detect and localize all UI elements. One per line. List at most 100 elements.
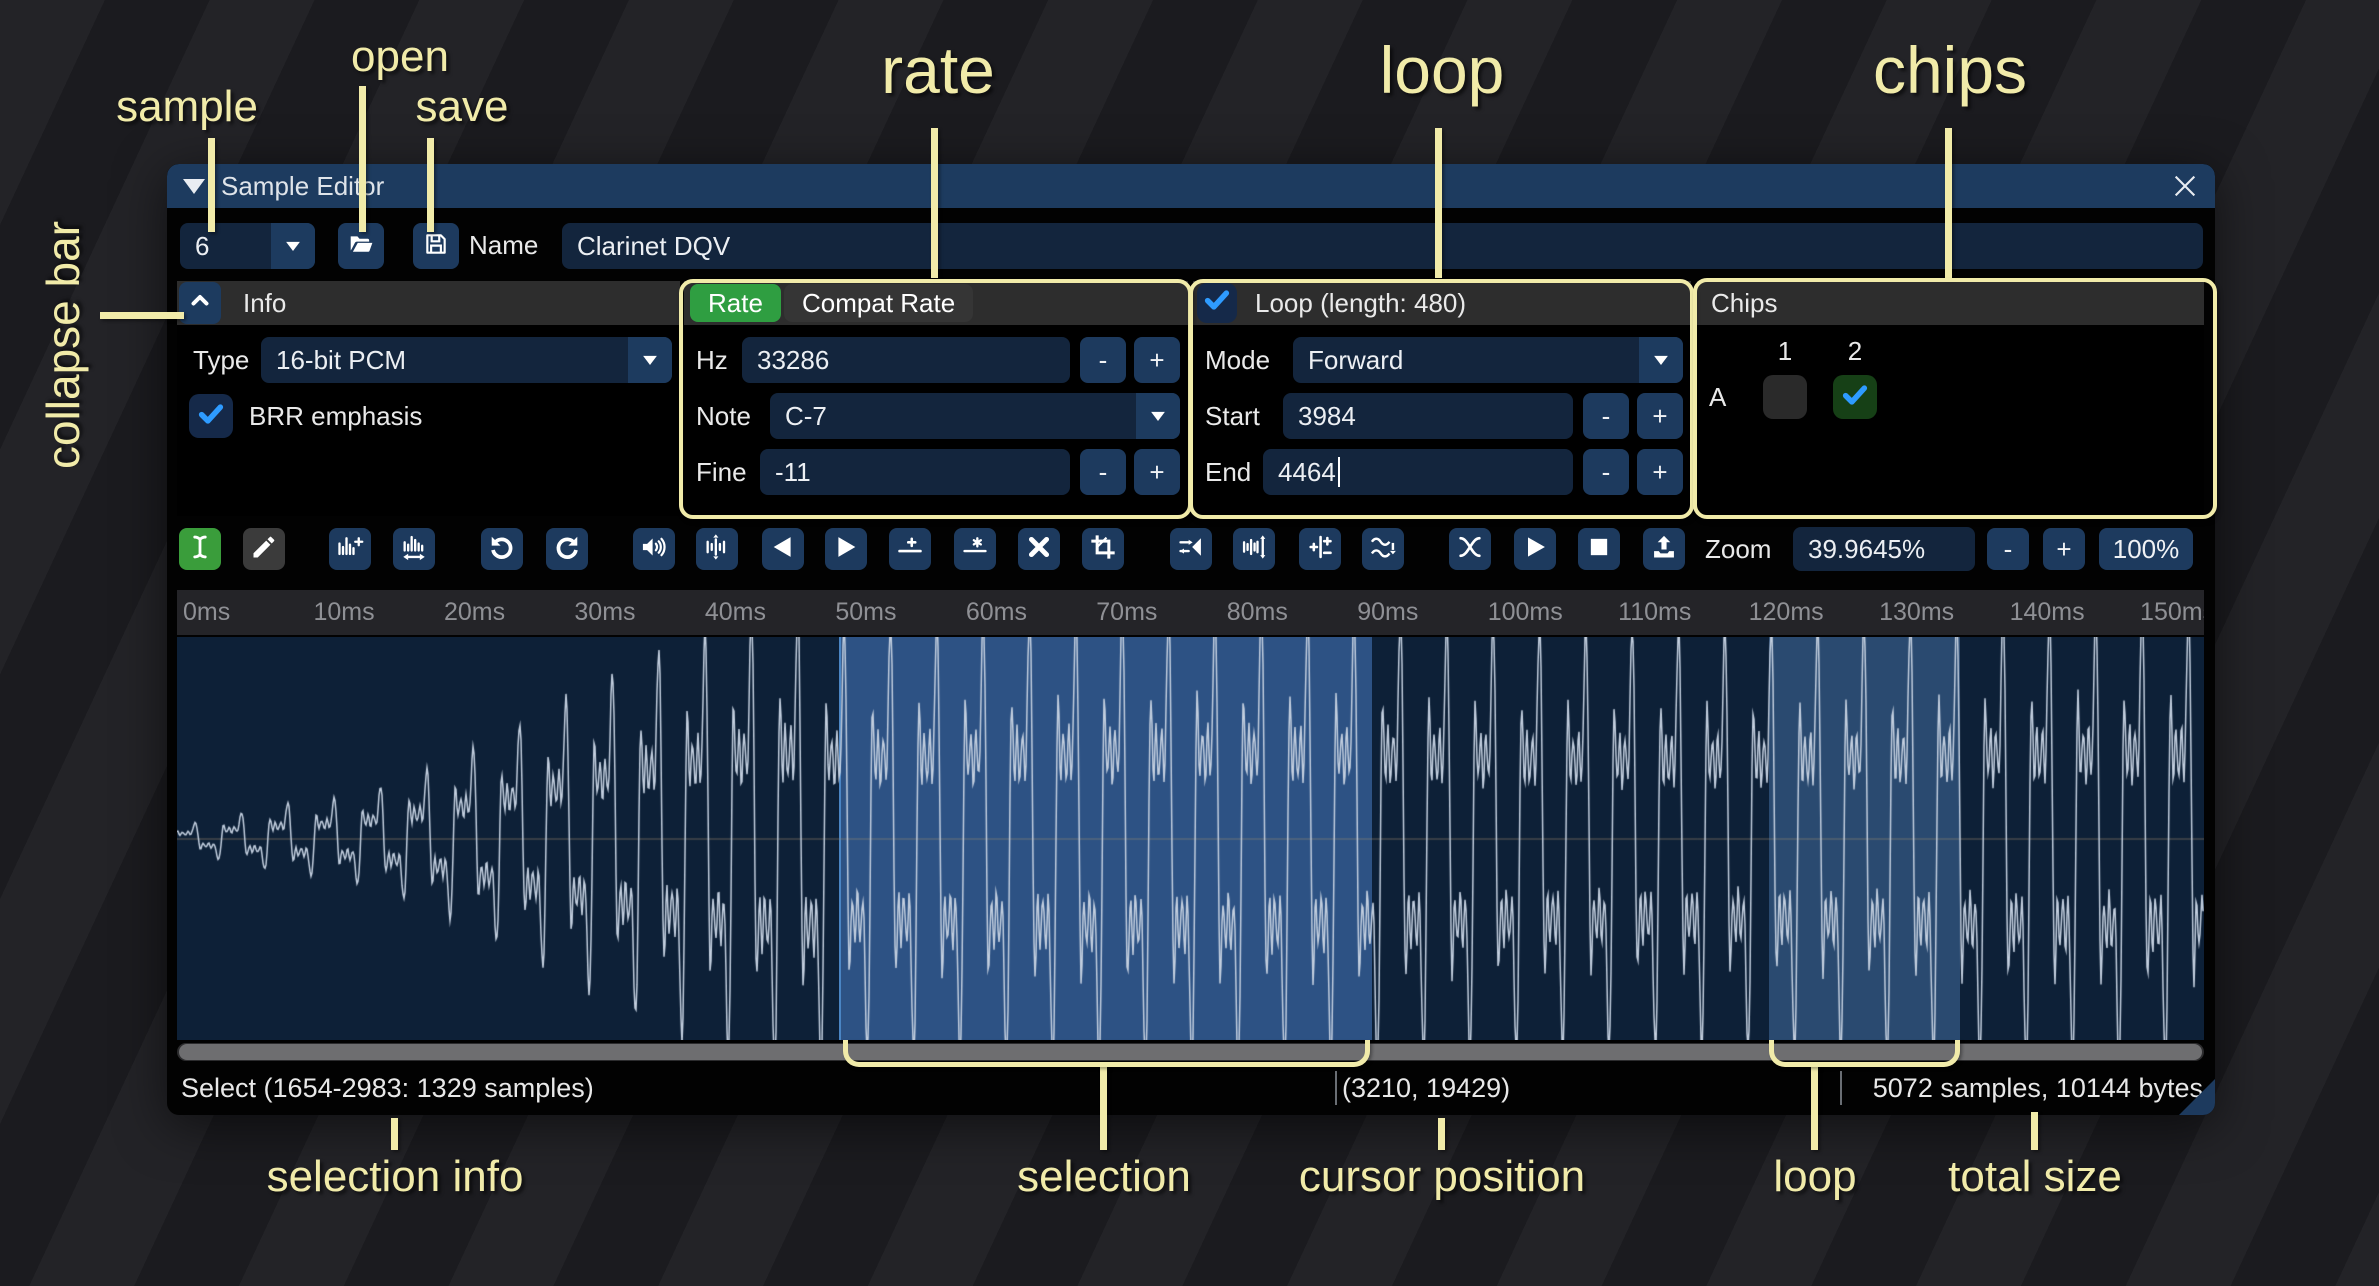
loop-enable-checkbox[interactable] bbox=[1197, 283, 1237, 323]
status-selection-info: Select (1654-2983: 1329 samples) bbox=[181, 1065, 594, 1111]
chevron-down-icon[interactable] bbox=[1639, 337, 1683, 383]
name-input[interactable]: Clarinet DQV bbox=[562, 223, 2203, 269]
waveform-canvas bbox=[177, 637, 2204, 1040]
collapse-bar-button[interactable] bbox=[179, 282, 221, 324]
annotation-selection-info: selection info bbox=[267, 1152, 524, 1202]
sample-select-value: 6 bbox=[180, 231, 209, 262]
resize-button[interactable] bbox=[329, 528, 371, 570]
loop-end-minus-button[interactable]: - bbox=[1583, 449, 1629, 495]
scrollbar-handle[interactable] bbox=[179, 1044, 2202, 1060]
text-caret bbox=[1338, 457, 1340, 487]
loop-start-input[interactable]: 3984 bbox=[1283, 393, 1573, 439]
sample-select[interactable]: 6 bbox=[180, 223, 315, 269]
zoom-reset-button[interactable]: 100% bbox=[2099, 528, 2193, 570]
line-plus-icon bbox=[896, 533, 924, 566]
undo-button[interactable] bbox=[481, 528, 523, 570]
sign-toggle-icon bbox=[1306, 533, 1334, 566]
chevron-down-icon[interactable] bbox=[628, 337, 672, 383]
signedness-button[interactable] bbox=[1299, 528, 1341, 570]
rate-panel: Rate Compat Rate Hz 33286 - + Note C-7 F… bbox=[684, 281, 1188, 516]
fade-out-button[interactable] bbox=[825, 528, 867, 570]
resample-button[interactable] bbox=[393, 528, 435, 570]
chips-col-label: 2 bbox=[1833, 331, 1877, 371]
chevron-down-icon[interactable] bbox=[271, 223, 315, 269]
resize-grip[interactable] bbox=[2179, 1079, 2215, 1115]
trim-button[interactable] bbox=[1082, 528, 1124, 570]
zoom-in-button[interactable]: + bbox=[2043, 528, 2085, 570]
loop-start-value: 3984 bbox=[1283, 401, 1356, 432]
upload-icon bbox=[1650, 533, 1678, 566]
delete-button[interactable] bbox=[1018, 528, 1060, 570]
loop-start-plus-button[interactable]: + bbox=[1637, 393, 1683, 439]
preview-button[interactable] bbox=[1514, 528, 1556, 570]
rate-panel-header: Rate Compat Rate bbox=[684, 281, 1188, 325]
fade-out-icon bbox=[832, 533, 860, 566]
fine-minus-button[interactable]: - bbox=[1080, 449, 1126, 495]
chevron-up-icon bbox=[188, 288, 212, 319]
select-tool-button[interactable] bbox=[179, 528, 221, 570]
name-label: Name bbox=[469, 222, 538, 268]
open-button[interactable] bbox=[338, 223, 384, 269]
status-separator bbox=[1840, 1071, 1842, 1105]
fade-in-button[interactable] bbox=[762, 528, 804, 570]
redo-button[interactable] bbox=[546, 528, 588, 570]
fine-plus-button[interactable]: + bbox=[1134, 449, 1180, 495]
volume-icon bbox=[640, 533, 668, 566]
annotation-collapse-bar: collapse bar bbox=[36, 221, 90, 469]
timeline-ruler[interactable]: 0ms10ms20ms30ms40ms50ms60ms70ms80ms90ms1… bbox=[177, 590, 2204, 635]
waveform-scrollbar[interactable] bbox=[177, 1043, 2204, 1061]
chip-checkbox-1[interactable] bbox=[1763, 375, 1807, 419]
sample-row: 6 Name Clarinet DQV bbox=[167, 222, 2215, 270]
timeline-tick: 130ms bbox=[1879, 590, 1954, 635]
chip-checkbox-2[interactable] bbox=[1833, 375, 1877, 419]
hz-input[interactable]: 33286 bbox=[742, 337, 1070, 383]
annotation-cursor-position: cursor position bbox=[1299, 1152, 1585, 1202]
chevron-down-icon[interactable] bbox=[1136, 393, 1180, 439]
reverse-icon bbox=[1177, 533, 1205, 566]
loop-panel: Loop (length: 480) Mode Forward Start 39… bbox=[1193, 281, 1691, 516]
timeline-tick: 140ms bbox=[2010, 590, 2085, 635]
save-button[interactable] bbox=[413, 223, 459, 269]
close-icon[interactable] bbox=[2169, 170, 2201, 202]
insert-silence-button[interactable] bbox=[889, 528, 931, 570]
brr-emphasis-label: BRR emphasis bbox=[249, 393, 422, 439]
fine-input[interactable]: -11 bbox=[760, 449, 1070, 495]
chips-col-label: 1 bbox=[1763, 331, 1807, 371]
wave-plus-icon bbox=[336, 533, 364, 566]
timeline-tick: 20ms bbox=[444, 590, 505, 635]
normalize-button[interactable] bbox=[696, 528, 738, 570]
annotation-total-size: total size bbox=[1948, 1152, 2122, 1202]
apply-filter-button[interactable] bbox=[1362, 528, 1404, 570]
window-title: Sample Editor bbox=[221, 171, 384, 202]
timeline-tick: 150ms bbox=[2140, 590, 2204, 635]
zoom-out-button[interactable]: - bbox=[1987, 528, 2029, 570]
compat-rate-tab[interactable]: Compat Rate bbox=[784, 284, 973, 322]
note-select[interactable]: C-7 bbox=[770, 393, 1180, 439]
rate-tab[interactable]: Rate bbox=[690, 284, 781, 322]
loop-mode-value: Forward bbox=[1293, 345, 1403, 376]
title-bar[interactable]: Sample Editor bbox=[167, 164, 2215, 208]
draw-tool-button[interactable] bbox=[243, 528, 285, 570]
invert-button[interactable] bbox=[1233, 528, 1275, 570]
annotation-loop: loop bbox=[1380, 32, 1505, 108]
crossfade-button[interactable] bbox=[1449, 528, 1491, 570]
window-collapse-icon[interactable] bbox=[183, 179, 205, 194]
timeline-tick: 100ms bbox=[1488, 590, 1563, 635]
check-icon bbox=[1202, 285, 1232, 322]
loop-mode-select[interactable]: Forward bbox=[1293, 337, 1683, 383]
apply-silence-button[interactable] bbox=[954, 528, 996, 570]
waveform-view[interactable] bbox=[177, 637, 2204, 1040]
upload-button[interactable] bbox=[1643, 528, 1685, 570]
reverse-button[interactable] bbox=[1170, 528, 1212, 570]
type-select[interactable]: 16-bit PCM bbox=[261, 337, 672, 383]
zoom-input[interactable]: 39.9645% bbox=[1793, 527, 1975, 571]
hz-minus-button[interactable]: - bbox=[1080, 337, 1126, 383]
hz-plus-button[interactable]: + bbox=[1134, 337, 1180, 383]
brr-emphasis-checkbox[interactable] bbox=[189, 394, 233, 438]
stop-preview-button[interactable] bbox=[1578, 528, 1620, 570]
loop-end-input[interactable]: 4464 bbox=[1263, 449, 1573, 495]
amplify-button[interactable] bbox=[633, 528, 675, 570]
timeline-tick: 50ms bbox=[835, 590, 896, 635]
loop-end-plus-button[interactable]: + bbox=[1637, 449, 1683, 495]
loop-start-minus-button[interactable]: - bbox=[1583, 393, 1629, 439]
